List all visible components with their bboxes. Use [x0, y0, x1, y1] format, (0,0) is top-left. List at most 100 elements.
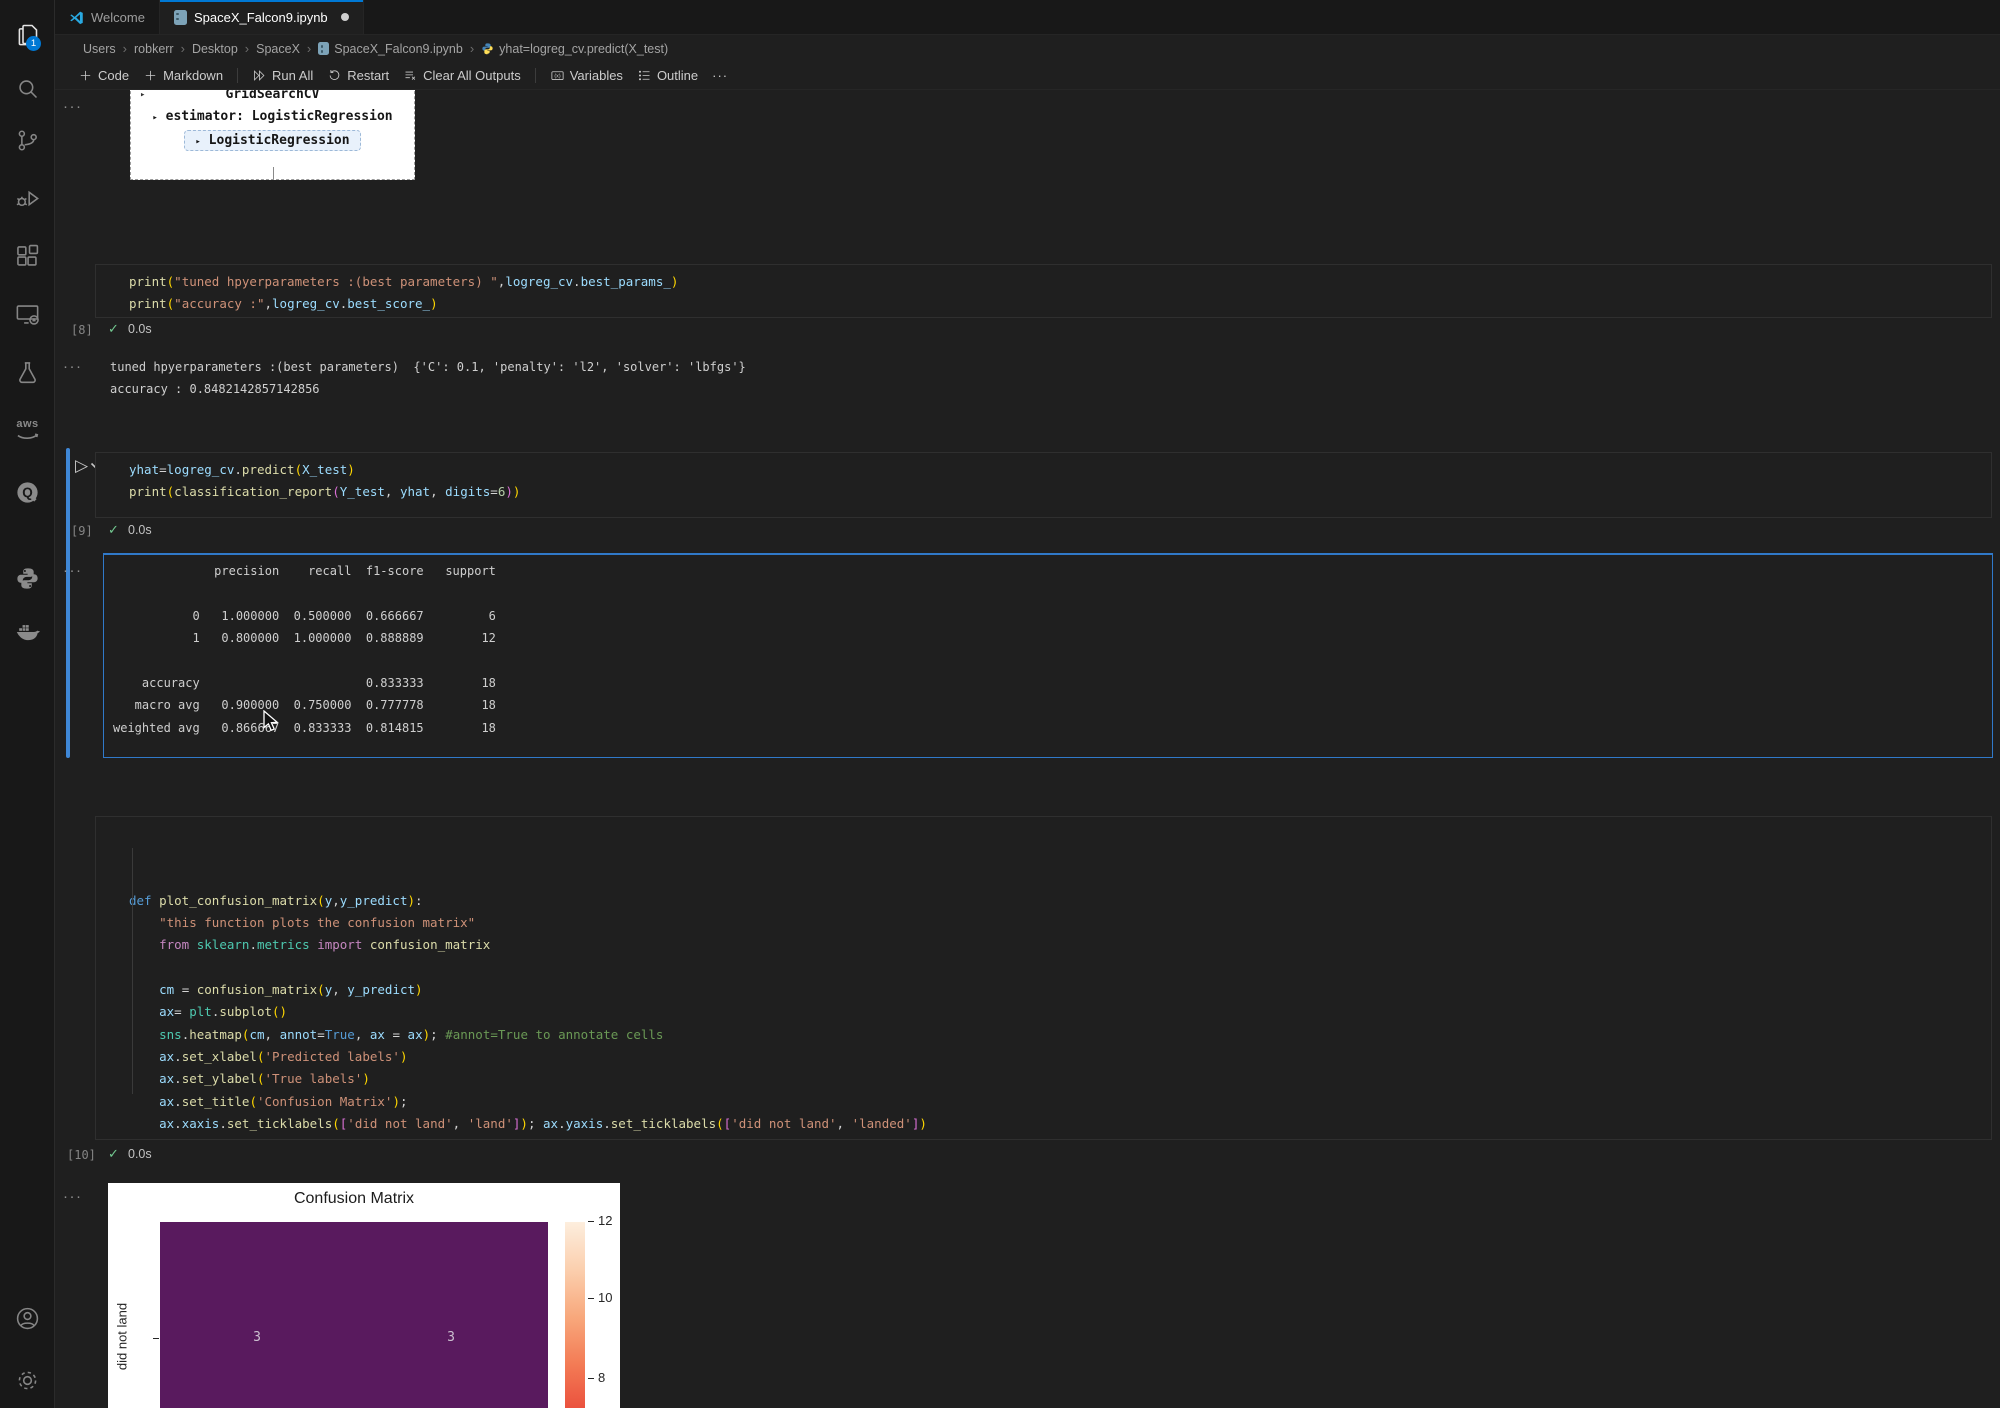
output-line	[113, 650, 2000, 672]
code-line: def plot_confusion_matrix(y,y_predict):	[129, 890, 1991, 912]
account-icon[interactable]	[14, 1305, 41, 1332]
code-line: print("accuracy :",logreg_cv.best_score_…	[129, 293, 1991, 315]
add-markdown-cell-button[interactable]: Markdown	[136, 65, 230, 86]
execution-count-9: [9]	[71, 524, 93, 538]
source-control-icon[interactable]	[14, 127, 41, 154]
notebook-file-icon	[174, 10, 187, 25]
run-all-button[interactable]: Run All	[245, 65, 320, 86]
code-line: ax.xaxis.set_ticklabels(['did not land',…	[129, 1113, 1991, 1135]
execution-time-9: 0.0s	[128, 523, 152, 537]
breadcrumb-robkerr[interactable]: robkerr	[134, 42, 174, 56]
notebook-scroll-area[interactable]: ··· ▸ GridSearchCV ▸ estimator: Logistic…	[55, 90, 2000, 1408]
run-cell-icon: ▷	[75, 457, 88, 474]
more-actions-button[interactable]: ···	[705, 65, 735, 86]
code-line: sns.heatmap(cm, annot=True, ax = ax); #a…	[129, 1024, 1991, 1046]
tab-welcome[interactable]: Welcome	[55, 0, 160, 34]
confusion-matrix-figure: Confusion Matrix 3 3 did not land 12 10 …	[108, 1183, 620, 1408]
cell-8-output: tuned hpyerparameters :(best parameters)…	[110, 356, 746, 401]
remote-explorer-icon[interactable]	[14, 301, 41, 328]
classification-report: precision recall f1-score support 0 1.00…	[113, 560, 2000, 739]
colorbar-tick-label: 12	[598, 1213, 612, 1228]
logistic-regression-box[interactable]: ▸ LogisticRegression	[184, 130, 360, 151]
outline-button[interactable]: Outline	[630, 65, 705, 86]
breadcrumb-spacex[interactable]: SpaceX	[256, 42, 300, 56]
plus-icon	[143, 68, 158, 83]
colorbar	[565, 1222, 585, 1408]
code-line: cm = confusion_matrix(y, y_predict)	[129, 979, 1991, 1001]
execution-count-10: [10]	[67, 1148, 96, 1162]
code-line: ax.set_ylabel('True labels')	[129, 1068, 1991, 1090]
code-line: ax.set_xlabel('Predicted labels')	[129, 1046, 1991, 1068]
tab-bar: Welcome SpaceX_Falcon9.ipynb	[55, 0, 2000, 35]
output-line: weighted avg 0.866667 0.833333 0.814815 …	[113, 717, 2000, 739]
explorer-badge: 1	[26, 36, 41, 51]
output-more-actions-icon[interactable]: ···	[63, 562, 83, 579]
execution-count-8: [8]	[71, 323, 93, 337]
search-icon[interactable]	[14, 75, 41, 102]
output-line: 1 0.800000 1.000000 0.888889 12	[113, 627, 2000, 649]
toolbar-separator	[237, 68, 238, 83]
variables-button[interactable]: (x) Variables	[543, 65, 630, 86]
settings-gear-icon[interactable]	[14, 1367, 41, 1394]
breadcrumb-file[interactable]: SpaceX_Falcon9.ipynb	[318, 42, 463, 56]
code-line: yhat=logreg_cv.predict(X_test)	[129, 459, 1991, 481]
code-line: "this function plots the confusion matri…	[129, 912, 1991, 934]
tab-label: Welcome	[91, 10, 145, 25]
outline-icon	[637, 68, 652, 83]
tab-label: SpaceX_Falcon9.ipynb	[194, 10, 328, 25]
docker-icon[interactable]	[14, 619, 41, 646]
colorbar-tick-label: 8	[598, 1370, 605, 1385]
aws-icon[interactable]: aws	[14, 417, 41, 444]
output-line	[113, 582, 2000, 604]
success-check-icon: ✓	[108, 1146, 119, 1162]
estimator-line[interactable]: ▸ estimator: LogisticRegression	[131, 109, 414, 124]
clear-all-outputs-button[interactable]: Clear All Outputs	[396, 65, 528, 86]
expander-icon[interactable]: ▸	[140, 90, 145, 100]
run-debug-icon[interactable]	[14, 185, 41, 212]
heatmap-annotation: 3	[247, 1330, 267, 1345]
breadcrumb-users[interactable]: Users	[83, 42, 116, 56]
modified-dot-icon[interactable]	[341, 13, 349, 21]
indent-guide	[132, 848, 133, 1094]
vscode-logo-icon	[69, 10, 84, 25]
output-line: 0 1.000000 0.500000 0.666667 6	[113, 605, 2000, 627]
extensions-icon[interactable]	[14, 243, 41, 270]
estimator-widget-title: GridSearchCV	[131, 90, 414, 102]
code-cell-9[interactable]: yhat=logreg_cv.predict(X_test)print(clas…	[95, 452, 1992, 518]
output-line: tuned hpyerparameters :(best parameters)…	[110, 356, 746, 378]
colorbar-tick-mark	[588, 1221, 594, 1222]
activity-bar: 1 aws Q	[0, 0, 55, 1408]
y-tick-label: did not land	[115, 1287, 130, 1387]
heatmap-cells	[160, 1222, 548, 1408]
tab-spacex-falcon9-ipynb[interactable]: SpaceX_Falcon9.ipynb	[160, 0, 364, 34]
code-line: plt.show()	[129, 1135, 1991, 1140]
toolbar-separator	[535, 68, 536, 83]
restart-icon	[327, 68, 342, 83]
notebook-toolbar: Code Markdown Run All Restart Clear All …	[55, 62, 2000, 90]
figure-title: Confusion Matrix	[160, 1190, 548, 1208]
breadcrumb-cell-context[interactable]: yhat=logreg_cv.predict(X_test)	[481, 42, 668, 56]
add-code-cell-button[interactable]: Code	[71, 65, 136, 86]
output-line: precision recall f1-score support	[113, 560, 2000, 582]
colorbar-tick-mark	[588, 1298, 594, 1299]
code-line: print("tuned hpyerparameters :(best para…	[129, 271, 1991, 293]
cell-9-output-selected[interactable]: precision recall f1-score support 0 1.00…	[103, 553, 1993, 758]
plus-icon	[78, 68, 93, 83]
output-more-actions-icon[interactable]: ···	[63, 358, 83, 375]
testing-flask-icon[interactable]	[14, 359, 41, 386]
output-more-actions-icon[interactable]: ···	[63, 1188, 83, 1205]
restart-button[interactable]: Restart	[320, 65, 396, 86]
focused-cell-indicator	[66, 448, 70, 758]
code-line: from sklearn.metrics import confusion_ma…	[129, 934, 1991, 956]
cell-more-actions-icon[interactable]: ···	[63, 98, 83, 115]
code-cell-8[interactable]: print("tuned hpyerparameters :(best para…	[95, 264, 1992, 318]
success-check-icon: ✓	[108, 321, 119, 337]
clear-outputs-icon	[403, 68, 418, 83]
gridsearchcv-estimator-widget[interactable]: ▸ GridSearchCV ▸ estimator: LogisticRegr…	[130, 90, 415, 180]
python-icon[interactable]	[14, 565, 41, 592]
amazon-q-icon[interactable]: Q	[14, 479, 41, 506]
breadcrumb-desktop[interactable]: Desktop	[192, 42, 238, 56]
heatmap-annotation: 3	[441, 1330, 461, 1345]
code-cell-10[interactable]: def plot_confusion_matrix(y,y_predict): …	[95, 816, 1992, 1140]
notebook-file-icon	[318, 42, 329, 55]
